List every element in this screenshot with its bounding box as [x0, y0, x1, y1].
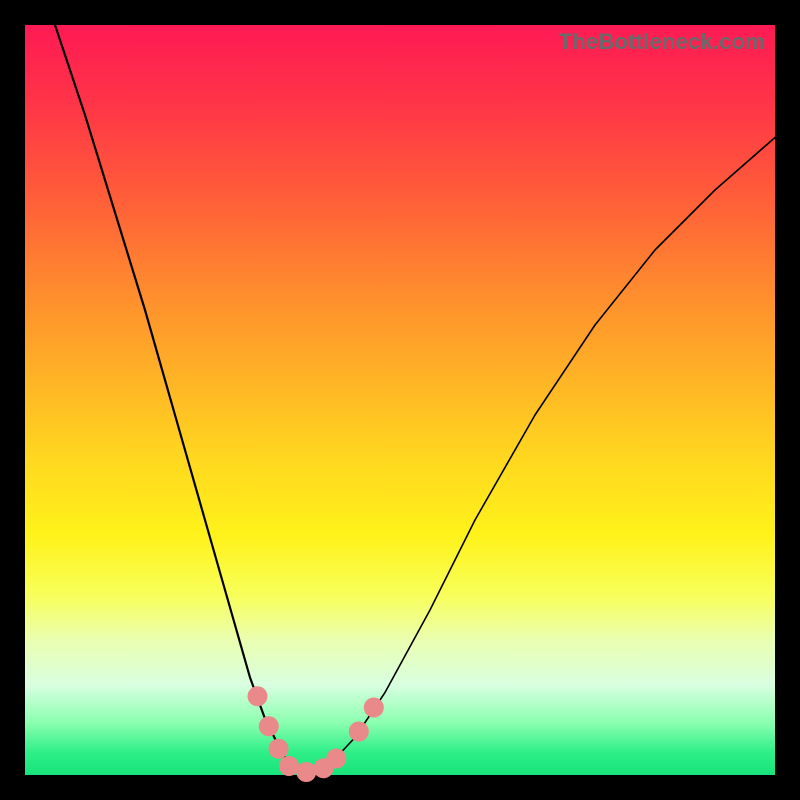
curve-marker: [326, 749, 346, 769]
curve-left-segment: [55, 25, 306, 774]
curve-markers: [248, 686, 384, 782]
chart-area: TheBottleneck.com: [25, 25, 775, 775]
curve-right-segment: [306, 138, 775, 774]
curve-marker: [259, 716, 279, 736]
bottleneck-curve-plot: [25, 25, 775, 775]
curve-marker: [248, 686, 268, 706]
curve-marker: [296, 762, 316, 782]
curve-marker: [279, 756, 299, 776]
curve-marker: [364, 698, 384, 718]
curve-marker: [349, 722, 369, 742]
curve-marker: [269, 739, 289, 759]
